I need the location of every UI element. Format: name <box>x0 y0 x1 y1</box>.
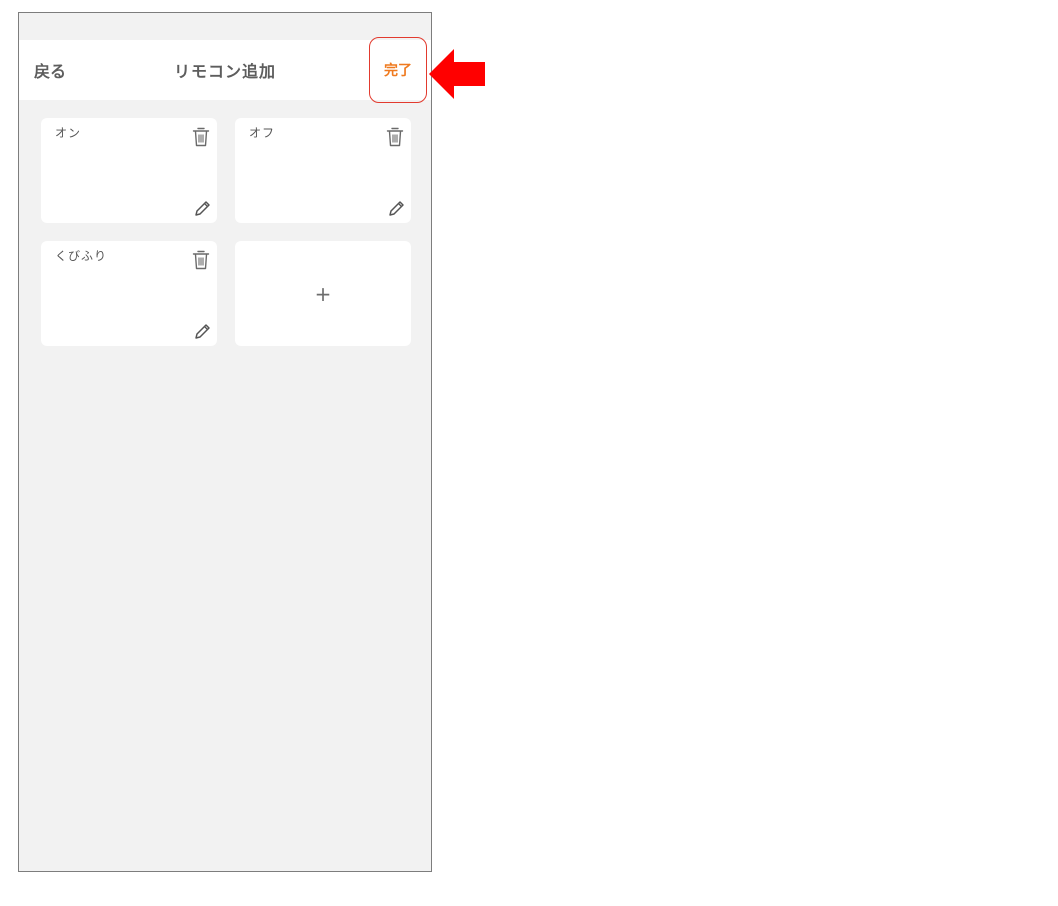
remote-button-card-on[interactable]: オン <box>41 118 217 223</box>
card-label: オン <box>55 126 82 140</box>
pencil-icon[interactable] <box>387 200 405 218</box>
header-bar: 戻る リモコン追加 完了 <box>19 37 431 103</box>
add-button-card[interactable]: + <box>235 241 411 346</box>
plus-icon: + <box>314 281 332 306</box>
remote-button-card-off[interactable]: オフ <box>235 118 411 223</box>
trash-icon[interactable] <box>191 126 211 148</box>
remote-button-card-swing[interactable]: くびふり <box>41 241 217 346</box>
phone-screen: 戻る リモコン追加 完了 オン オフ くびふり + <box>18 12 432 872</box>
card-label: オフ <box>249 126 276 140</box>
arrow-left-icon <box>429 49 485 99</box>
trash-icon[interactable] <box>191 249 211 271</box>
pencil-icon[interactable] <box>193 200 211 218</box>
card-label: くびふり <box>55 249 108 263</box>
pencil-icon[interactable] <box>193 323 211 341</box>
done-label: 完了 <box>384 63 412 79</box>
trash-icon[interactable] <box>385 126 405 148</box>
done-button[interactable]: 完了 <box>369 37 427 103</box>
